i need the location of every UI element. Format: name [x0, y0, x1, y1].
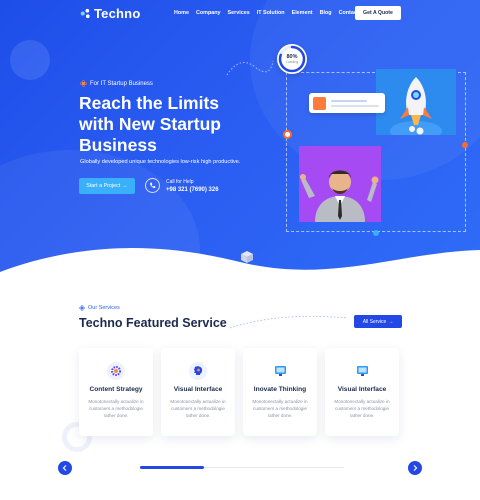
- brain-icon: [189, 362, 207, 380]
- slider-progress-bar: [140, 466, 204, 469]
- main-menu: Home Company Services IT Solution Elemen…: [174, 10, 359, 16]
- rocket-illustration: [376, 69, 456, 141]
- hero-description: Globally developed unique technologies l…: [80, 159, 241, 165]
- start-a-project-label: Start a Project: [86, 183, 121, 189]
- monitor-icon: [353, 362, 371, 380]
- service-card-description: Monotonectally actualize in customers a …: [88, 399, 144, 418]
- slider-prev-button[interactable]: [58, 461, 72, 475]
- chevron-right-icon: [413, 465, 418, 471]
- logo-icon: [80, 8, 90, 19]
- nav-services[interactable]: Services: [228, 10, 250, 16]
- nav-home[interactable]: Home: [174, 10, 189, 16]
- service-card[interactable]: Inovate Thinking Monotonectally actualiz…: [243, 348, 317, 436]
- progress-badge: 80% Loading: [277, 44, 307, 74]
- service-card-title: Visual Interface: [173, 386, 223, 393]
- dotted-path-decoration: [229, 315, 349, 329]
- monitor-icon: [271, 362, 289, 380]
- service-card[interactable]: Content Strategy Monotonectally actualiz…: [79, 348, 153, 436]
- hero-section: Techno Home Company Services IT Solution…: [0, 0, 480, 275]
- user-card-placeholder-lines: [331, 99, 379, 107]
- user-card: [309, 93, 385, 113]
- hero-title: Reach the Limits with New Startup Busine…: [79, 93, 289, 156]
- gear-icon: [107, 362, 125, 380]
- slider-next-button[interactable]: [408, 461, 422, 475]
- arrow-right-icon: →: [388, 318, 394, 325]
- service-card-title: Visual Interface: [337, 386, 387, 393]
- nav-blog[interactable]: Blog: [320, 10, 332, 16]
- arrow-right-icon: →: [122, 183, 128, 189]
- call-label: Call for Help: [166, 178, 194, 185]
- top-navigation: Techno Home Company Services IT Solution…: [0, 0, 480, 26]
- nav-element[interactable]: Element: [292, 10, 313, 16]
- service-card[interactable]: Visual Interface Monotonectally actualiz…: [325, 348, 399, 436]
- start-a-project-button[interactable]: Start a Project →: [79, 178, 135, 194]
- service-cards: Content Strategy Monotonectally actualiz…: [79, 348, 399, 436]
- service-card-description: Monotonectally actualize in customers a …: [252, 399, 308, 418]
- service-card-description: Monotonectally actualize in customers a …: [334, 399, 390, 418]
- nav-company[interactable]: Company: [196, 10, 221, 16]
- brand-name: Techno: [94, 6, 141, 21]
- chevron-left-icon: [62, 465, 67, 471]
- phone-icon: [145, 178, 160, 193]
- call-phone-number: +98 321 (7690) 326: [166, 186, 219, 193]
- progress-label: Loading: [285, 60, 299, 64]
- hero-eyebrow: For IT Startup Business: [80, 80, 153, 87]
- services-eyebrow-text: Our Services: [88, 305, 120, 311]
- services-title: Techno Featured Service: [79, 316, 227, 330]
- atom-icon: [80, 80, 87, 87]
- brand-logo[interactable]: Techno: [80, 6, 140, 21]
- hero-eyebrow-text: For IT Startup Business: [90, 80, 153, 87]
- orange-ring-decoration: [283, 130, 292, 139]
- orange-dot-decoration: [462, 142, 468, 148]
- dotted-curve-decoration: [226, 60, 274, 76]
- cube-decoration: [241, 251, 253, 263]
- all-service-button[interactable]: All Service →: [354, 315, 402, 328]
- hero-title-line-2: with New Startup: [79, 114, 221, 134]
- avatar: [313, 96, 326, 110]
- service-card-description: Monotonectally actualize in customers a …: [170, 399, 226, 418]
- call-for-help[interactable]: Call for Help +98 321 (7690) 326: [145, 178, 219, 193]
- service-card-title: Inovate Thinking: [253, 386, 307, 393]
- all-service-label: All Service: [362, 318, 387, 325]
- services-eyebrow: Our Services: [79, 305, 120, 311]
- service-card-title: Content Strategy: [89, 386, 143, 393]
- businessman-photo: [299, 146, 381, 222]
- hero-title-line-3: Business: [79, 135, 157, 155]
- nav-it-solution[interactable]: IT Solution: [257, 10, 285, 16]
- atom-icon: [79, 305, 85, 311]
- service-card[interactable]: Visual Interface Monotonectally actualiz…: [161, 348, 235, 436]
- slider-track: [204, 467, 344, 468]
- get-a-quote-button[interactable]: Get A Quote: [355, 6, 401, 20]
- hero-title-line-1: Reach the Limits: [79, 93, 220, 113]
